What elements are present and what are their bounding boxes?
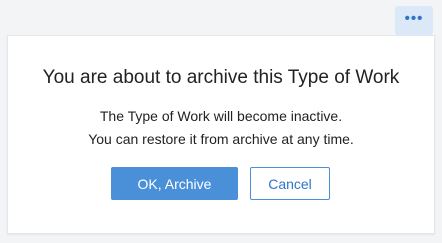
archive-dialog: You are about to archive this Type of Wo… (7, 35, 435, 234)
ok-archive-button[interactable]: OK, Archive (111, 167, 238, 200)
dialog-message-line-1: The Type of Work will become inactive. (99, 108, 343, 124)
more-options-button[interactable]: ••• (395, 6, 433, 35)
cancel-button[interactable]: Cancel (250, 167, 330, 200)
archive-confirmation-view: ••• You are about to archive this Type o… (0, 0, 442, 243)
dialog-message-line-2: You can restore it from archive at any t… (88, 131, 354, 147)
dialog-title: You are about to archive this Type of Wo… (42, 67, 400, 88)
dialog-message: The Type of Work will become inactive. Y… (8, 105, 434, 151)
more-horizontal-icon: ••• (404, 10, 424, 27)
